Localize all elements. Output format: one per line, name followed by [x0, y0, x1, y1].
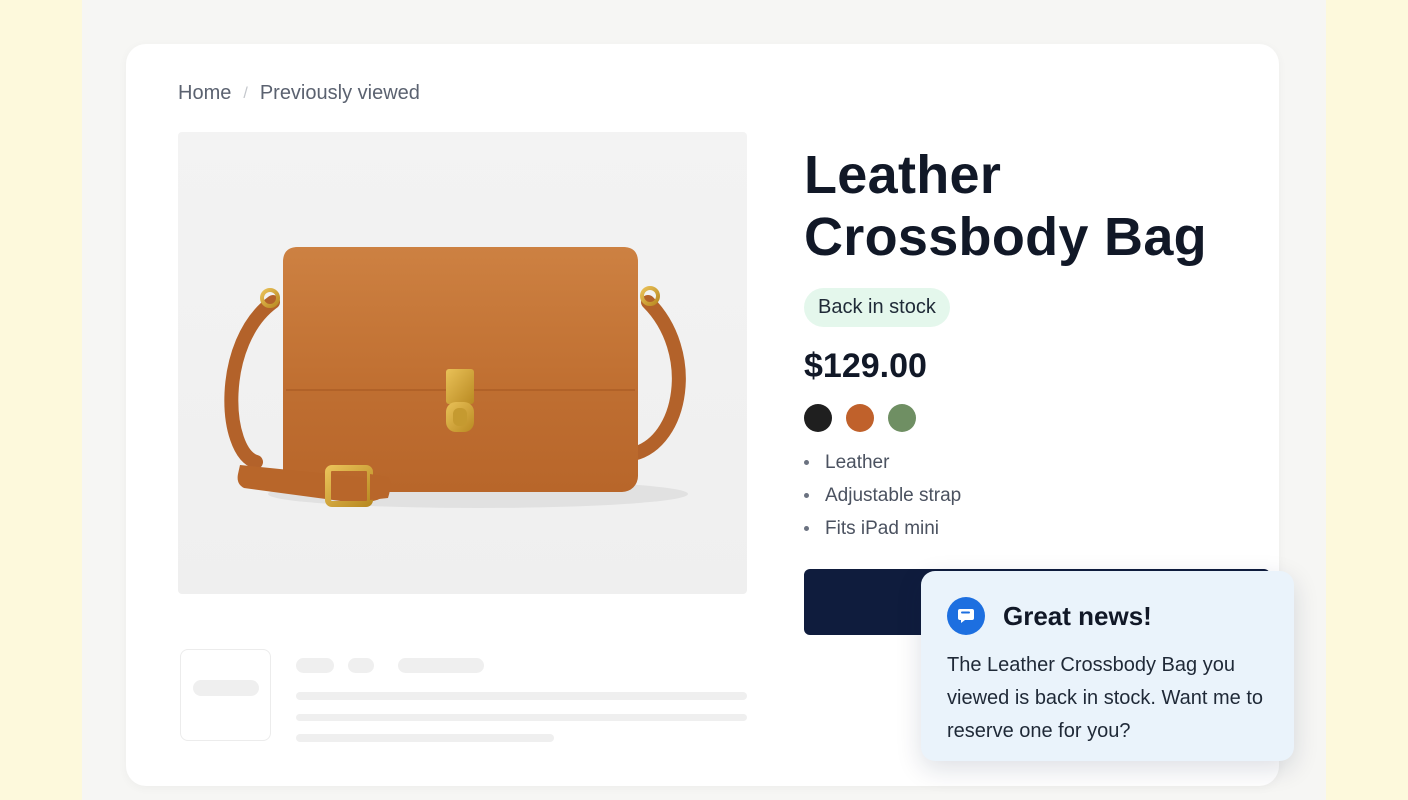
color-swatches [804, 404, 1244, 432]
product-price: $129.00 [804, 347, 927, 385]
product-title: Leather Crossbody Bag [804, 144, 1244, 268]
product-title-line-1: Leather [804, 145, 1002, 205]
bullet-icon [804, 526, 809, 531]
feature-item: Leather [804, 446, 1244, 479]
skeleton-chip-3 [398, 658, 484, 673]
back-in-stock-notification[interactable]: Great news! The Leather Crossbody Bag yo… [921, 571, 1294, 761]
breadcrumb-separator: / [243, 84, 248, 102]
notification-header: Great news! [947, 597, 1268, 635]
feature-item: Fits iPad mini [804, 512, 1244, 545]
feature-label: Adjustable strap [825, 485, 962, 506]
chat-bubble-icon [947, 597, 985, 635]
swatch-sage[interactable] [888, 404, 916, 432]
product-title-line-2: Crossbody Bag [804, 207, 1207, 267]
feature-label: Leather [825, 452, 890, 473]
breadcrumb-current[interactable]: Previously viewed [260, 82, 420, 105]
skeleton-chip-1 [296, 658, 334, 673]
notification-title: Great news! [1003, 600, 1152, 631]
skeleton-line-2 [296, 714, 747, 721]
thumbnail-placeholder[interactable] [180, 649, 271, 741]
skeleton-line-1 [296, 692, 747, 700]
feature-list: Leather Adjustable strap Fits iPad mini [804, 446, 1244, 545]
stock-badge: Back in stock [804, 288, 950, 327]
feature-item: Adjustable strap [804, 479, 1244, 512]
product-info: Leather Crossbody Bag Back in stock $129… [804, 144, 1244, 545]
swatch-black[interactable] [804, 404, 832, 432]
skeleton-line-3 [296, 734, 554, 742]
breadcrumb-home[interactable]: Home [178, 82, 231, 105]
product-image[interactable] [178, 132, 747, 594]
bullet-icon [804, 460, 809, 465]
thumbnail-skeleton-bar [193, 680, 259, 696]
skeleton-chip-2 [348, 658, 374, 673]
bullet-icon [804, 493, 809, 498]
feature-label: Fits iPad mini [825, 518, 940, 539]
swatch-tan[interactable] [846, 404, 874, 432]
breadcrumb: Home / Previously viewed [178, 82, 420, 105]
bag-illustration [224, 247, 688, 508]
notification-body: The Leather Crossbody Bag you viewed is … [947, 654, 1264, 742]
